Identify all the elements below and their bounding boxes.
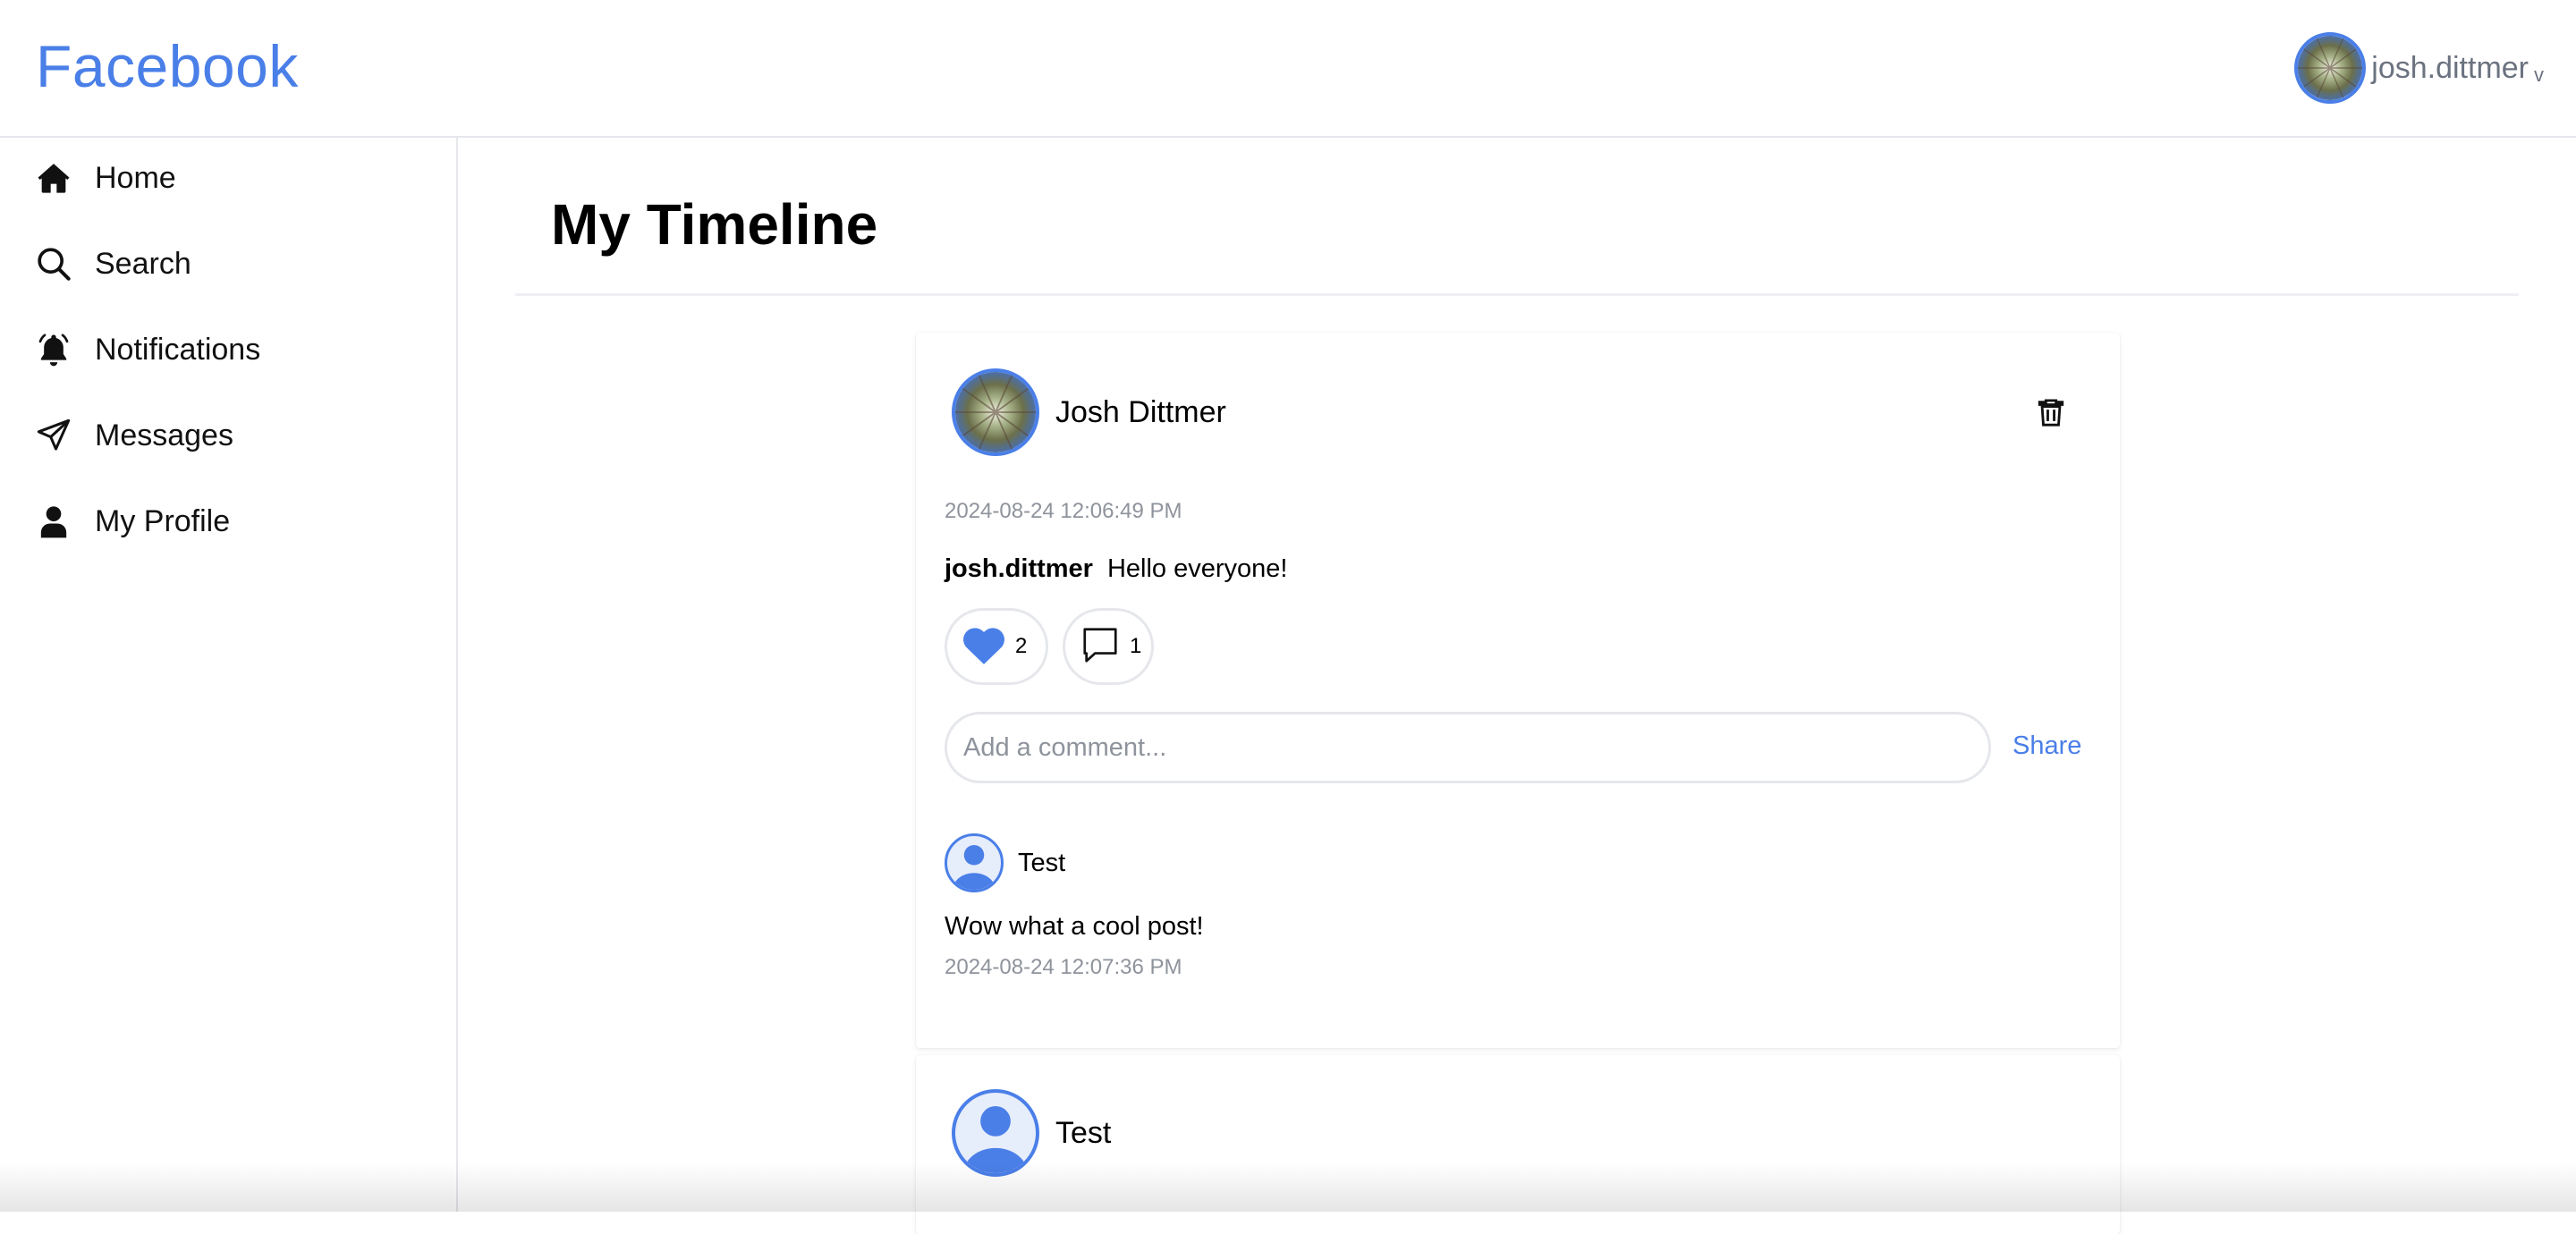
sidebar-item-notifications[interactable]: Notifications	[34, 323, 260, 376]
trash-icon[interactable]	[2036, 397, 2066, 427]
search-icon	[34, 244, 73, 283]
comment-button[interactable]: 1	[1063, 608, 1154, 685]
sidebar: Home Search Notifications Messages My Pr…	[0, 138, 458, 1212]
user-menu[interactable]: josh.dittmer v	[2294, 30, 2544, 106]
sidebar-item-messages[interactable]: Messages	[34, 409, 233, 462]
default-avatar-icon	[953, 845, 996, 890]
comment-author-name[interactable]: Test	[1018, 849, 1065, 878]
comment-text: Wow what a cool post!	[945, 912, 1204, 941]
sidebar-item-home[interactable]: Home	[34, 151, 176, 205]
post-author-avatar[interactable]	[952, 368, 1039, 456]
post-timestamp: 2024-08-24 12:06:49 PM	[945, 499, 1182, 523]
share-button[interactable]: Share	[2012, 731, 2081, 761]
sidebar-item-search[interactable]: Search	[34, 237, 191, 291]
post-handle[interactable]: josh.dittmer	[945, 554, 1093, 584]
sidebar-item-label: Home	[95, 160, 176, 195]
like-button[interactable]: 2	[945, 608, 1048, 685]
comment-icon	[1080, 624, 1121, 670]
heart-icon	[962, 624, 1006, 670]
post-header: Josh Dittmer	[952, 368, 1226, 456]
top-bar: Facebook josh.dittmer v	[0, 0, 2576, 138]
page-title: My Timeline	[551, 192, 878, 257]
sidebar-item-label: My Profile	[95, 503, 231, 538]
main-content: My Timeline Josh Dittmer 2024-08-24 12:0…	[460, 138, 2576, 1234]
like-count: 2	[1015, 634, 1028, 658]
comment-author-avatar[interactable]	[945, 833, 1004, 892]
username-label[interactable]: josh.dittmer	[2371, 51, 2529, 86]
sidebar-item-my-profile[interactable]: My Profile	[34, 494, 230, 548]
user-photo-avatar	[2298, 36, 2363, 100]
comment-count: 1	[1130, 634, 1142, 658]
sidebar-item-label: Search	[95, 246, 191, 281]
post-author-name[interactable]: Test	[1055, 1116, 1111, 1151]
chevron-down-icon[interactable]: v	[2534, 63, 2544, 87]
post-card: Test	[916, 1055, 2120, 1234]
comment-header: Test	[945, 833, 1065, 892]
brand-logo[interactable]: Facebook	[36, 32, 299, 100]
post-header: Test	[952, 1089, 1111, 1177]
post-body: josh.dittmer Hello everyone!	[945, 554, 1287, 584]
send-icon	[34, 416, 73, 455]
default-avatar-icon	[963, 1106, 1028, 1173]
post-card: Josh Dittmer 2024-08-24 12:06:49 PM josh…	[916, 333, 2120, 1048]
post-author-name[interactable]: Josh Dittmer	[1055, 395, 1226, 430]
sidebar-item-label: Notifications	[95, 332, 261, 367]
comment-input[interactable]	[945, 712, 1991, 783]
user-avatar[interactable]	[2294, 32, 2367, 104]
home-icon	[34, 158, 73, 198]
divider	[515, 293, 2519, 296]
comment-timestamp: 2024-08-24 12:07:36 PM	[945, 955, 1182, 979]
user-photo-avatar	[955, 372, 1036, 452]
post-author-avatar[interactable]	[952, 1089, 1039, 1177]
user-icon	[34, 502, 73, 541]
post-text: Hello everyone!	[1106, 554, 1288, 583]
bell-icon	[34, 330, 73, 369]
sidebar-item-label: Messages	[95, 418, 233, 452]
